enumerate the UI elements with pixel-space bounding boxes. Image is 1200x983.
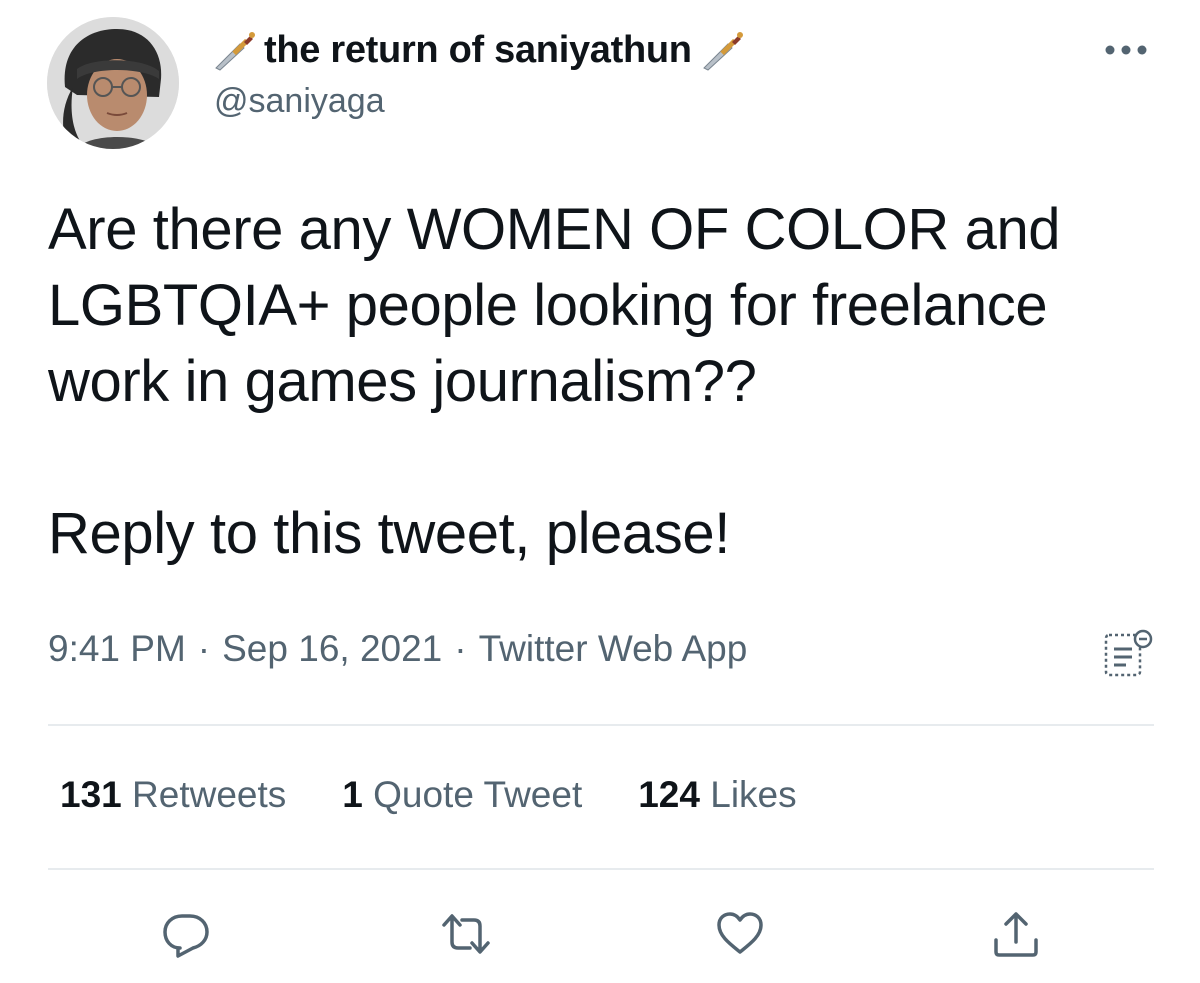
author-name-row[interactable]: the return of saniyathun: [210, 22, 746, 78]
retweets-stat[interactable]: 131 Retweets: [60, 774, 286, 816]
likes-count: 124: [638, 774, 700, 815]
like-icon: [717, 912, 763, 954]
divider: [48, 868, 1154, 870]
tweet-actions: [0, 904, 1200, 964]
tweet-paragraph: Are there any WOMEN OF COLOR and LGBTQIA…: [48, 197, 1061, 414]
avatar-image: [47, 17, 179, 149]
retweets-count: 131: [60, 774, 122, 815]
retweet-icon: [442, 914, 490, 954]
tweet-card: the return of saniyathun @saniyaga Are t…: [0, 0, 1200, 983]
engagement-stats: 131 Retweets 1 Quote Tweet 124 Likes: [60, 774, 797, 816]
tweet-source[interactable]: Twitter Web App: [479, 628, 748, 670]
author-display-name[interactable]: the return of saniyathun: [264, 29, 692, 72]
analytics-icon[interactable]: [1102, 627, 1154, 679]
divider: [48, 724, 1154, 726]
author-handle[interactable]: @saniyaga: [214, 82, 385, 121]
likes-label: Likes: [710, 774, 797, 815]
share-button[interactable]: [986, 904, 1046, 964]
dagger-icon: [702, 32, 743, 71]
tweet-metadata: 9:41 PM · Sep 16, 2021 · Twitter Web App: [48, 628, 747, 670]
tweet-time[interactable]: 9:41 PM: [48, 628, 186, 670]
dagger-icon: [215, 32, 255, 71]
retweet-button[interactable]: [436, 904, 496, 964]
retweets-label: Retweets: [132, 774, 287, 815]
reply-button[interactable]: [156, 904, 216, 964]
tweet-text: Are there any WOMEN OF COLOR and LGBTQIA…: [48, 192, 1168, 572]
avatar[interactable]: [47, 17, 179, 149]
more-options-icon[interactable]: [1102, 40, 1150, 60]
tweet-date[interactable]: Sep 16, 2021: [222, 628, 442, 670]
like-button[interactable]: [710, 904, 770, 964]
reply-icon: [163, 914, 209, 958]
share-icon: [994, 912, 1038, 957]
meta-separator: ·: [454, 628, 467, 669]
quote-tweets-count: 1: [342, 774, 363, 815]
meta-separator: ·: [197, 628, 211, 669]
quote-tweets-stat[interactable]: 1 Quote Tweet: [342, 774, 582, 816]
quote-tweets-label: Quote Tweet: [373, 774, 583, 815]
likes-stat[interactable]: 124 Likes: [638, 774, 796, 816]
tweet-paragraph: Reply to this tweet, please!: [48, 501, 730, 566]
